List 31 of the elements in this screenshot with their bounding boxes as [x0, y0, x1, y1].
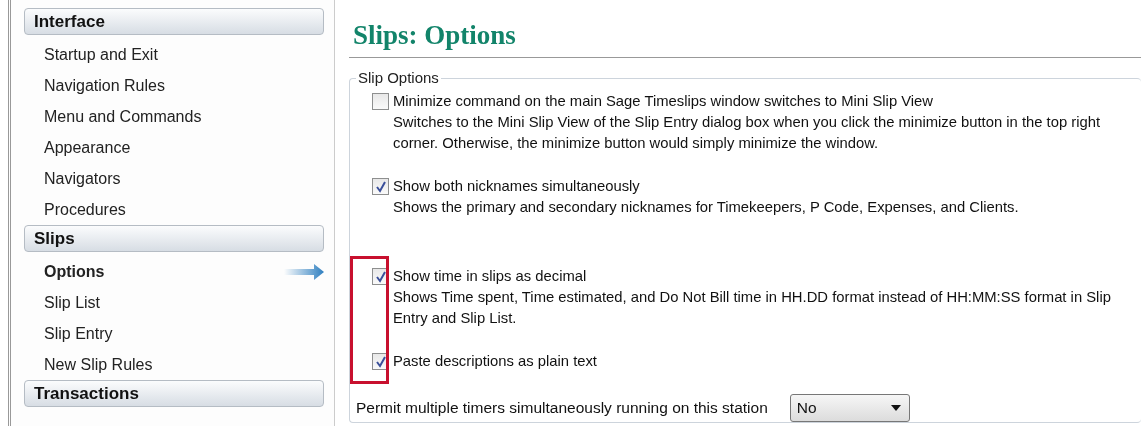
checkmark-icon: [374, 180, 387, 193]
select-label: Permit multiple timers simultaneously running on this station: [356, 399, 768, 417]
sidebar-item[interactable]: Navigation Rules: [44, 76, 165, 95]
option-label: Show time in slips as decimal: [393, 267, 588, 286]
sidebar-item[interactable]: Menu and Commands: [44, 107, 202, 126]
group-legend: Slip Options: [356, 69, 441, 86]
arrow-icon: [284, 262, 324, 281]
sidebar-item[interactable]: Startup and Exit: [44, 45, 158, 64]
dropdown[interactable]: No: [789, 394, 910, 422]
sidebar-item[interactable]: Slip Entry: [44, 324, 113, 343]
option-label: Minimize command on the main Sage Timeslips window switches to Mini Slip View: [393, 92, 935, 111]
caret-icon: [890, 405, 901, 411]
option-description: Shows the primary and secondary nicknames for Timekeepers, P Code, Expenses, and Clients.: [393, 198, 1019, 217]
section-header[interactable]: Slips: [24, 225, 324, 252]
page-title: Slips: Options: [349, 20, 1141, 58]
sidebar-item[interactable]: Procedures: [44, 200, 126, 219]
option-label: Show both nicknames simultaneously: [393, 177, 641, 196]
checkmark-icon: [374, 355, 387, 368]
section-header[interactable]: Interface: [24, 8, 324, 35]
section-header[interactable]: Transactions: [24, 380, 324, 407]
option-description: Switches to the Mini Slip View of the Slip Entry dialog box when you click the minimize button in the top right corner. Otherwise, the minimize button would simply minimize the window.: [393, 113, 1102, 153]
checkbox[interactable]: [372, 93, 389, 110]
sidebar-item[interactable]: Options: [44, 262, 105, 281]
sidebar-item[interactable]: Navigators: [44, 169, 121, 188]
option-label: Paste descriptions as plain text: [393, 352, 597, 371]
sidebar-item[interactable]: New Slip Rules: [44, 355, 153, 374]
checkbox[interactable]: [372, 178, 389, 195]
sidebar-item[interactable]: Appearance: [44, 138, 131, 157]
option-description: Shows Time spent, Time estimated, and Do Not Bill time in HH.DD format instead of HH:MM:SS format in Slip Entry and Slip List.: [393, 288, 1112, 328]
checkmark-icon: [374, 270, 387, 283]
sidebar-item[interactable]: Slip List: [44, 293, 101, 312]
